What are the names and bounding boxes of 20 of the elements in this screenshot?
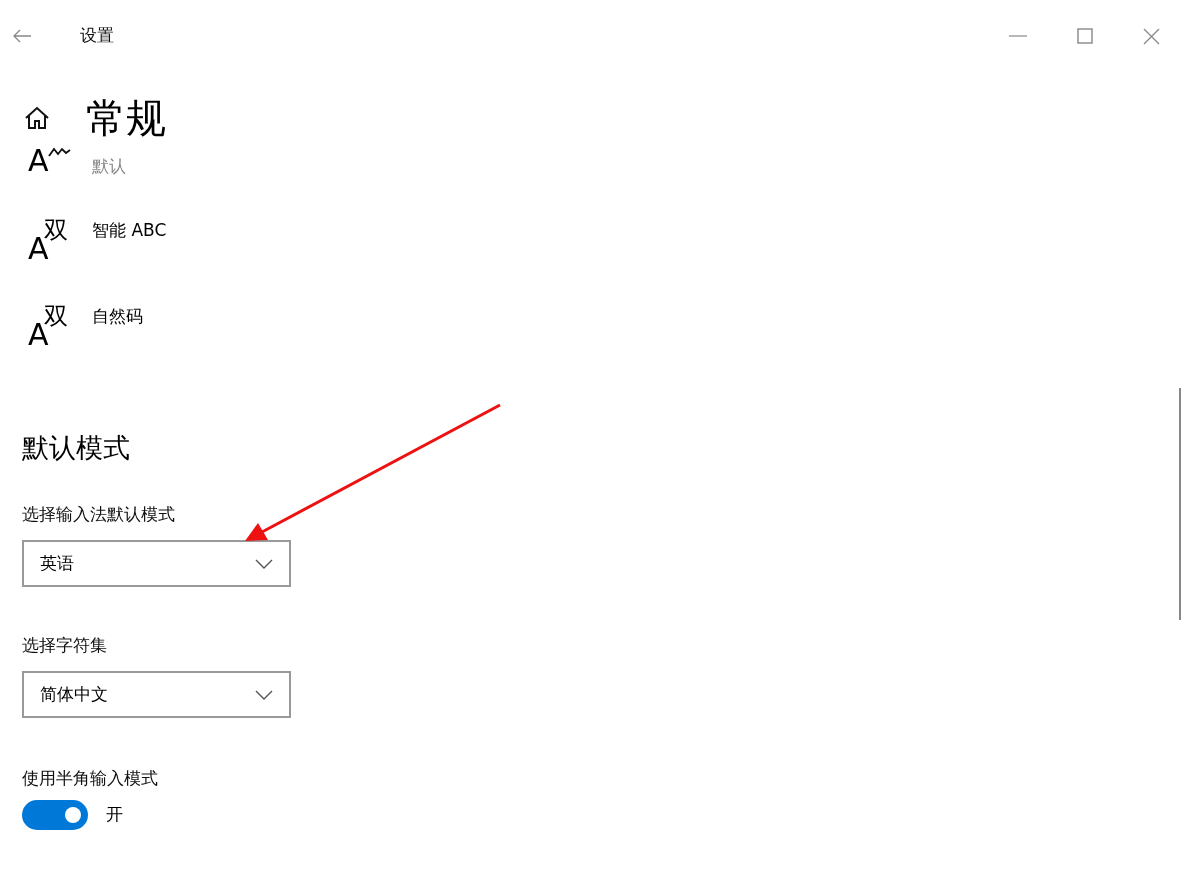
scrollbar[interactable] xyxy=(1179,388,1181,620)
chevron-down-icon xyxy=(255,558,273,569)
input-method-name[interactable]: 自然码 xyxy=(92,304,143,328)
home-icon[interactable] xyxy=(24,106,50,130)
dropdown[interactable]: 简体中文 xyxy=(22,671,291,718)
chevron-down-icon xyxy=(255,689,273,700)
maximize-icon[interactable] xyxy=(1077,28,1093,44)
field-label: 选择输入法默认模式 xyxy=(22,503,176,526)
back-arrow-icon[interactable] xyxy=(12,28,32,44)
toggle-switch[interactable] xyxy=(22,800,88,830)
page-title: 常规 xyxy=(86,94,166,142)
window-title: 设置 xyxy=(80,24,114,48)
close-icon[interactable] xyxy=(1143,27,1160,45)
dropdown[interactable]: 英语 xyxy=(22,540,291,587)
toggle-label: 使用半角输入模式 xyxy=(22,767,159,790)
input-method-name[interactable]: 默认 xyxy=(92,154,126,178)
toggle-state: 开 xyxy=(106,803,123,827)
input-method-name[interactable]: 智能 ABC xyxy=(92,218,167,242)
section-heading: 默认模式 xyxy=(22,431,131,465)
field-label: 选择字符集 xyxy=(22,634,108,657)
